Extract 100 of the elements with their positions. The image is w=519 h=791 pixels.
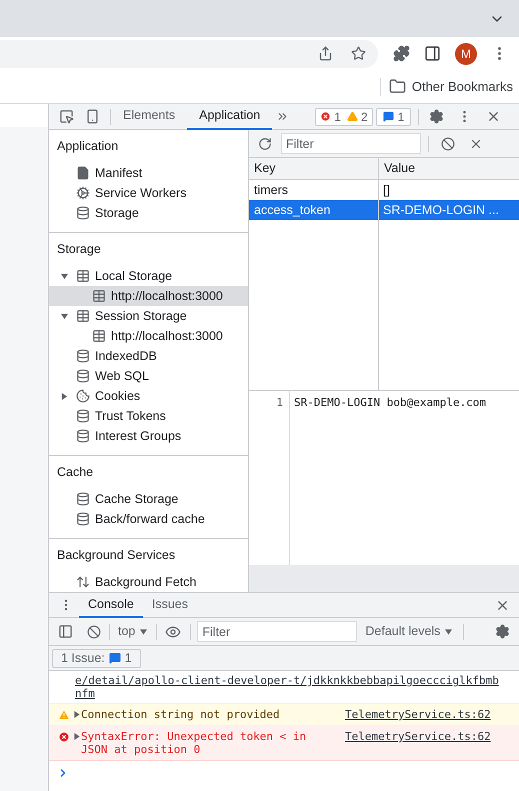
puzzle-icon[interactable] [393,45,410,62]
column-header[interactable]: Key [249,158,379,179]
sidebar-item[interactable]: Back/forward cache [49,509,248,529]
expand-arrow-icon[interactable] [74,711,80,718]
table-row[interactable]: access_token SR-DEMO-LOGIN ... [249,200,519,220]
sidebar-item[interactable]: Interest Groups [49,426,248,446]
database-icon [76,512,90,526]
side-panel-icon[interactable] [424,45,441,62]
section-title: Cache [56,464,94,482]
sidebar-item-label: IndexedDB [95,348,157,365]
sidebar-item-label: Service Workers [95,184,186,202]
sidebar-item-label: Background Fetch [95,574,196,591]
console-link[interactable]: e/detail/apollo-client-developer-t/jdkknkkbebbapilgoeccciglkfbmb [75,674,519,687]
warning-count: 2 [360,108,368,126]
error-count: 1 [334,108,341,126]
sidebar-item-label: http://localhost:3000 [111,288,223,305]
sidebar-item[interactable]: Cache Storage [49,489,248,509]
source-link[interactable]: TelemetryService.ts:62 [345,730,491,743]
database-icon [76,409,90,423]
database-icon [76,349,90,363]
database-icon [76,206,90,220]
sidebar-item[interactable]: Manifest [49,163,248,183]
expand-arrow-icon[interactable] [74,733,80,740]
clear-all-icon[interactable] [441,136,455,150]
message-counter[interactable]: 1 [376,108,412,126]
sidebar-item[interactable]: Storage [49,203,248,223]
sidebar-item[interactable]: Local Storage [49,266,248,286]
devtools-tab[interactable]: Elements [111,104,188,130]
sidebar-item[interactable]: http://localhost:3000 [49,326,248,346]
error-warning-counter[interactable]: 1 2 [315,108,373,126]
context-dropdown[interactable]: top [118,622,148,641]
dropdown-arrow-icon [140,628,148,634]
sidebar-item[interactable]: Web SQL [49,366,248,386]
sidebar-item[interactable]: http://localhost:3000 [49,286,248,306]
key-cell: access_token [249,200,379,220]
sidebar-item[interactable]: Cookies [49,386,248,406]
sidebar-item-label: Cookies [95,388,140,405]
column-header[interactable]: Value [379,158,519,179]
clear-console-icon[interactable] [87,624,101,638]
file-icon [76,166,90,180]
sidebar-item-label: Manifest [95,164,142,182]
sidebar-item[interactable]: Session Storage [49,306,248,326]
star-icon[interactable] [351,46,366,61]
table-icon [92,329,106,343]
collapsed-arrow-icon[interactable] [61,392,68,400]
filter-field[interactable]: Filter [281,133,421,154]
warning-icon [346,111,358,122]
gear-icon [76,186,90,200]
database-icon [76,492,90,506]
expanded-arrow-icon[interactable] [61,312,68,320]
settings-icon[interactable] [429,109,444,124]
sidebar-item-label: Back/forward cache [95,510,205,528]
source-link[interactable]: TelemetryService.ts:62 [345,708,491,721]
message-icon [382,111,394,122]
cookie-icon [76,389,90,403]
expanded-arrow-icon[interactable] [61,272,68,280]
console-link[interactable]: nfm [75,687,519,700]
sidebar-item-label: Local Storage [95,268,172,285]
message-text: SyntaxError: Unexpected token < in JSON at position 0 [81,730,308,756]
refresh-icon[interactable] [258,136,272,150]
share-icon[interactable] [318,46,333,61]
warning-icon [58,709,70,721]
sidebar-item-label: http://localhost:3000 [111,328,223,345]
issues-button[interactable]: 1 Issue: 1 [52,648,141,668]
database-icon [76,369,90,383]
message-text: Connection string not provided [81,708,281,721]
error-icon [58,731,70,743]
sidebar-item-label: Storage [95,204,139,222]
folder-icon [388,78,406,95]
bookmark-folder[interactable]: Other Bookmarks [388,76,513,96]
value-cell-text: SR-DEMO-LOGIN ... [382,202,500,219]
up-down-arrows-icon [76,575,90,589]
sidebar-item[interactable]: Trust Tokens [49,406,248,426]
sidebar-item-label: Interest Groups [95,428,182,445]
profile-avatar[interactable]: M [455,42,477,64]
value-cell-text: [] [382,182,391,199]
sidebar-item-label: Web SQL [95,368,149,385]
sidebar-item[interactable]: Service Workers [49,183,248,203]
console-settings-icon[interactable] [495,624,510,639]
sidebar-item[interactable]: Background Fetch [49,572,248,592]
error-icon [320,111,332,122]
sidebar-item-label: Cache Storage [95,490,178,508]
sidebar-item[interactable]: IndexedDB [49,346,248,366]
eye-icon[interactable] [165,624,182,640]
inspect-icon[interactable] [59,109,74,124]
database-icon [76,429,90,443]
sidebar-toggle-icon[interactable] [58,624,73,639]
table-icon [92,289,106,303]
sidebar-item-label: Trust Tokens [95,408,166,425]
table-icon [76,309,90,323]
console-filter-field[interactable]: Filter [197,621,358,642]
message-icon [108,652,121,664]
section-title: Application [56,138,120,156]
table-icon [76,269,90,283]
section-title: Background Services [56,547,176,564]
dropdown-arrow-icon [445,628,452,634]
device-toolbar-icon[interactable] [85,109,100,124]
drawer-tab[interactable]: Issues [142,592,198,618]
section-title: Storage [56,241,102,258]
log-levels-dropdown[interactable]: Default levels [365,622,452,641]
